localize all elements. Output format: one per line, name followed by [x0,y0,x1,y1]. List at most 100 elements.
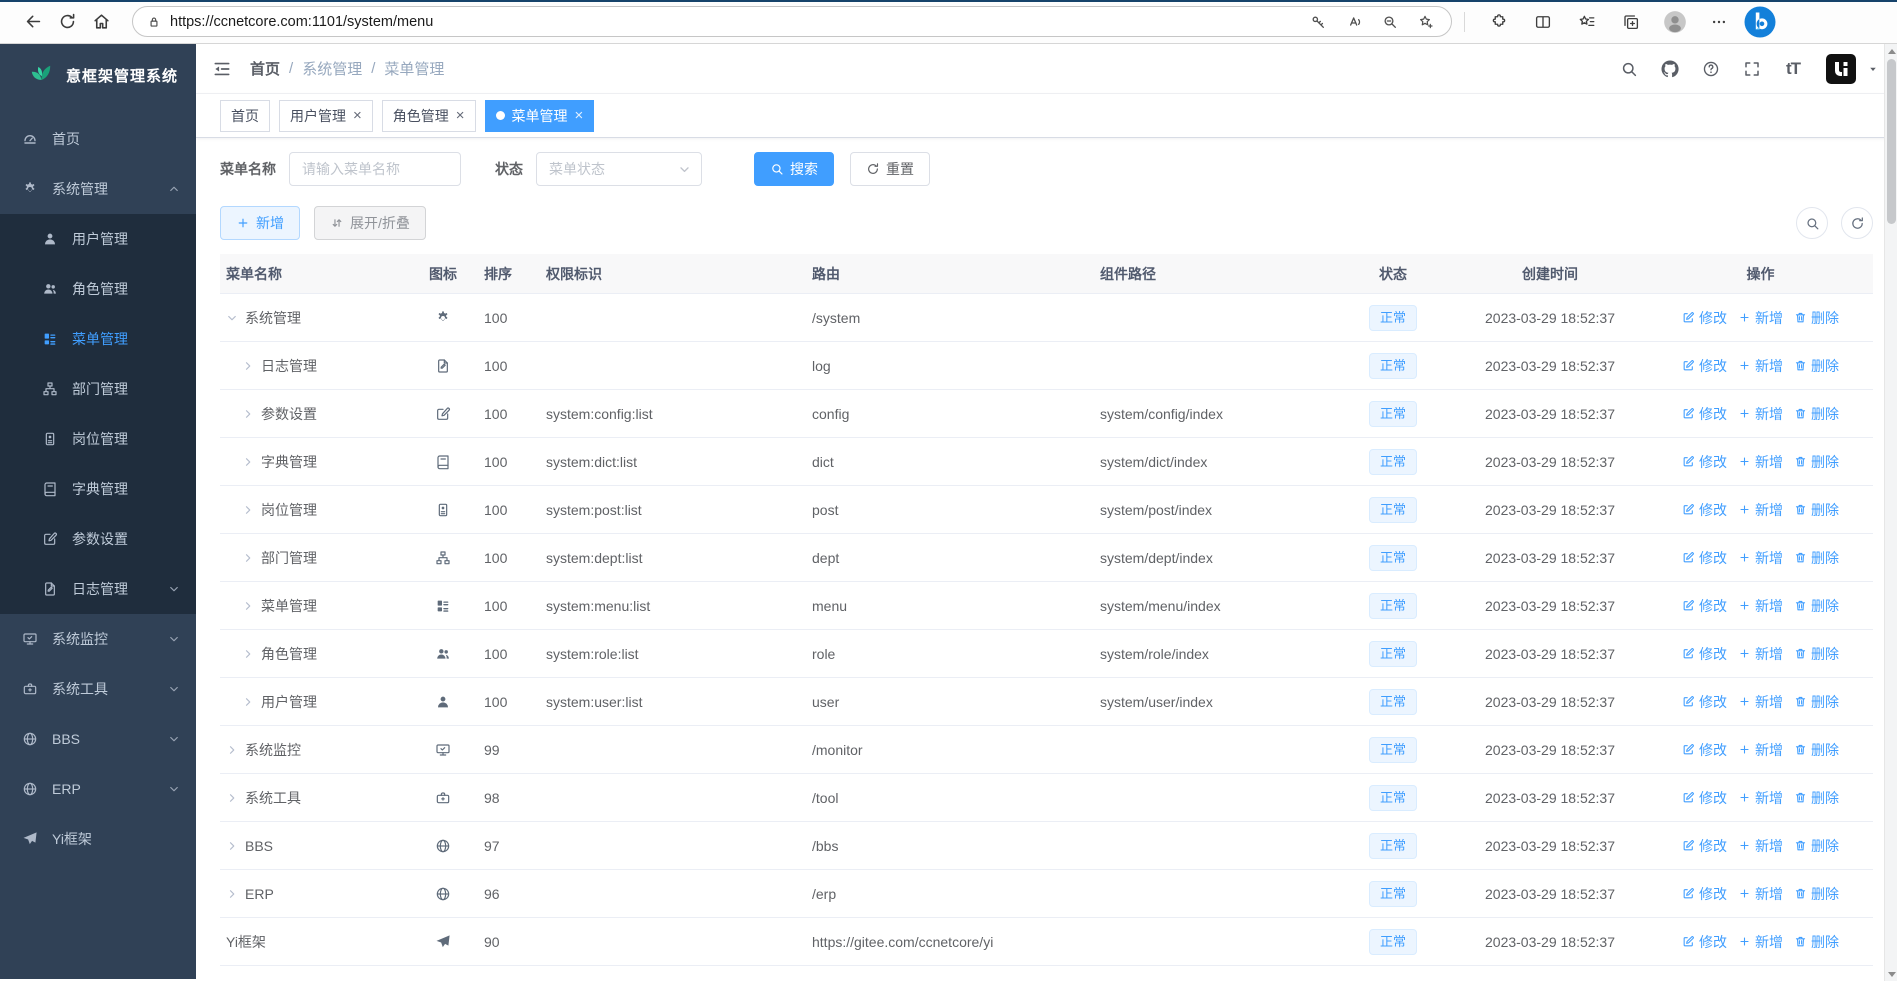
scroll-up-arrow[interactable] [1885,44,1897,58]
sidebar-item[interactable]: 系统工具 [0,664,196,714]
edit-link[interactable]: 修改 [1682,500,1727,520]
refresh-table-button[interactable] [1841,207,1873,239]
table-row[interactable]: BBS 97 /bbs 正常 2023-03-29 18:52:37 修改 新增… [220,822,1873,870]
edit-link[interactable]: 修改 [1682,788,1727,808]
delete-link[interactable]: 删除 [1794,548,1839,568]
delete-link[interactable]: 删除 [1794,500,1839,520]
browser-back-button[interactable] [16,5,50,39]
add-link[interactable]: 新增 [1738,500,1783,520]
address-bar[interactable]: https://ccnetcore.com:1101/system/menu [132,6,1452,37]
browser-refresh-button[interactable] [50,5,84,39]
github-icon[interactable] [1654,53,1686,85]
delete-link[interactable]: 删除 [1794,788,1839,808]
table-row[interactable]: 用户管理 100 system:user:list user system/us… [220,678,1873,726]
sidebar-item[interactable]: 系统管理 [0,164,196,214]
page-scrollbar[interactable] [1884,44,1897,981]
close-tab-icon[interactable]: × [353,108,362,123]
collections-icon[interactable] [1613,5,1649,39]
zoom-out-icon[interactable] [1375,9,1405,35]
split-screen-icon[interactable] [1525,5,1561,39]
delete-link[interactable]: 删除 [1794,308,1839,328]
sidebar-item[interactable]: 首页 [0,114,196,164]
header-search-icon[interactable] [1613,53,1645,85]
delete-link[interactable]: 删除 [1794,596,1839,616]
table-row[interactable]: ERP 96 /erp 正常 2023-03-29 18:52:37 修改 新增… [220,870,1873,918]
read-aloud-icon[interactable] [1339,9,1369,35]
expand-row-icon[interactable] [226,312,238,324]
copilot-bing-icon[interactable] [1743,5,1777,39]
view-tab[interactable]: 角色管理 × [381,99,476,132]
expand-row-icon[interactable] [242,648,254,660]
add-link[interactable]: 新增 [1738,884,1783,904]
delete-link[interactable]: 删除 [1794,836,1839,856]
edit-link[interactable]: 修改 [1682,644,1727,664]
expand-row-icon[interactable] [226,840,238,852]
favorites-icon[interactable] [1569,5,1605,39]
expand-row-icon[interactable] [242,360,254,372]
search-button[interactable]: 搜索 [754,152,834,186]
add-link[interactable]: 新增 [1738,596,1783,616]
sidebar-item[interactable]: 部门管理 [0,364,196,414]
status-select[interactable]: 菜单状态 [536,152,702,186]
sidebar-item[interactable]: 岗位管理 [0,414,196,464]
delete-link[interactable]: 删除 [1794,452,1839,472]
edit-link[interactable]: 修改 [1682,452,1727,472]
delete-link[interactable]: 删除 [1794,356,1839,376]
table-row[interactable]: 岗位管理 100 system:post:list post system/po… [220,486,1873,534]
table-row[interactable]: 角色管理 100 system:role:list role system/ro… [220,630,1873,678]
delete-link[interactable]: 删除 [1794,740,1839,760]
edit-link[interactable]: 修改 [1682,548,1727,568]
expand-row-icon[interactable] [242,456,254,468]
help-icon[interactable] [1695,53,1727,85]
add-button[interactable]: 新增 [220,206,300,240]
add-link[interactable]: 新增 [1738,452,1783,472]
add-link[interactable]: 新增 [1738,692,1783,712]
font-size-icon[interactable]: tT [1777,53,1809,85]
sidebar-item[interactable]: 字典管理 [0,464,196,514]
sidebar-item[interactable]: 系统监控 [0,614,196,664]
delete-link[interactable]: 删除 [1794,932,1839,952]
sidebar-item[interactable]: 菜单管理 [0,314,196,364]
expand-row-icon[interactable] [242,696,254,708]
delete-link[interactable]: 删除 [1794,692,1839,712]
edit-link[interactable]: 修改 [1682,740,1727,760]
expand-collapse-button[interactable]: 展开/折叠 [314,206,426,240]
expand-row-icon[interactable] [242,504,254,516]
sidebar-item[interactable]: ERP [0,764,196,814]
table-row[interactable]: 参数设置 100 system:config:list config syste… [220,390,1873,438]
edit-link[interactable]: 修改 [1682,404,1727,424]
avatar-caret-down-icon[interactable] [1867,63,1879,75]
reset-button[interactable]: 重置 [850,152,930,186]
table-row[interactable]: 菜单管理 100 system:menu:list menu system/me… [220,582,1873,630]
table-row[interactable]: 系统工具 98 /tool 正常 2023-03-29 18:52:37 修改 [220,774,1873,822]
add-link[interactable]: 新增 [1738,308,1783,328]
expand-row-icon[interactable] [226,792,238,804]
expand-row-icon[interactable] [242,408,254,420]
expand-row-icon[interactable] [226,888,238,900]
close-tab-icon[interactable]: × [456,108,465,123]
sidebar-item[interactable]: 用户管理 [0,214,196,264]
profile-avatar[interactable] [1657,5,1693,39]
sidebar-item[interactable]: Yi框架 [0,814,196,864]
scroll-down-arrow[interactable] [1885,967,1897,981]
add-link[interactable]: 新增 [1738,644,1783,664]
add-link[interactable]: 新增 [1738,548,1783,568]
table-row[interactable]: 系统监控 99 /monitor 正常 2023-03-29 18:52:37 … [220,726,1873,774]
password-key-icon[interactable] [1303,9,1333,35]
delete-link[interactable]: 删除 [1794,884,1839,904]
add-link[interactable]: 新增 [1738,356,1783,376]
expand-row-icon[interactable] [242,552,254,564]
delete-link[interactable]: 删除 [1794,404,1839,424]
show-search-button[interactable] [1796,207,1828,239]
sidebar-item[interactable]: 角色管理 [0,264,196,314]
delete-link[interactable]: 删除 [1794,644,1839,664]
sidebar-item[interactable]: BBS [0,714,196,764]
expand-row-icon[interactable] [242,600,254,612]
close-tab-icon[interactable]: × [575,108,584,123]
add-link[interactable]: 新增 [1738,740,1783,760]
view-tab[interactable]: 用户管理 × [279,99,373,132]
sidebar-item[interactable]: 参数设置 [0,514,196,564]
collapse-sidebar-icon[interactable] [212,59,232,79]
menu-name-input[interactable] [289,152,461,186]
add-link[interactable]: 新增 [1738,404,1783,424]
